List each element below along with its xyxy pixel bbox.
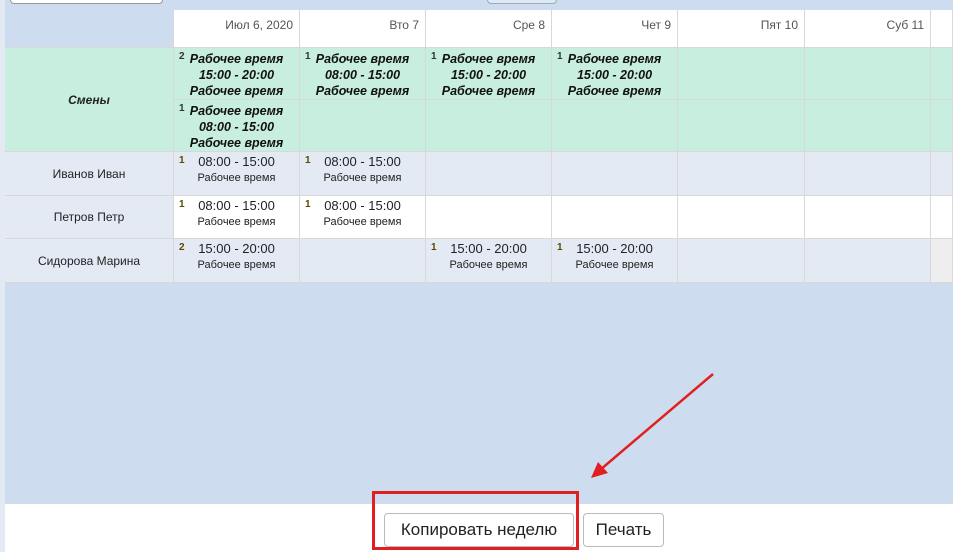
annotation-arrow: [591, 373, 714, 478]
